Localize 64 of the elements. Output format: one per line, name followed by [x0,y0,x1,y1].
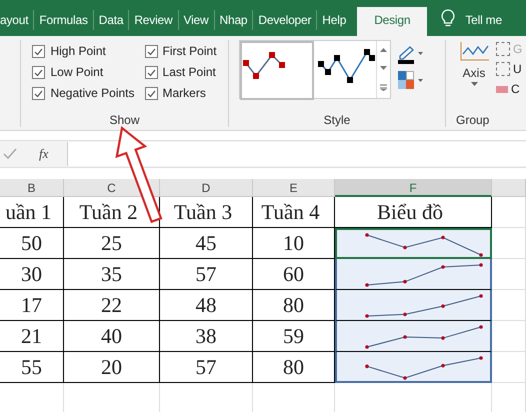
checkbox-label[interactable]: Markers [162,86,206,100]
table-cell: 55 [0,352,64,383]
table-cell: 38 [160,321,253,352]
sparkline-cell[interactable] [335,352,492,383]
more-icon[interactable] [380,84,387,92]
table-cell: 50 [0,228,64,259]
table-cell: 25 [64,228,160,259]
checkbox[interactable] [32,44,46,58]
table-cell: 48 [160,290,253,321]
axis-button[interactable]: Axis [456,40,492,96]
column-header[interactable]: E [253,179,335,197]
sparkline-cell[interactable] [335,321,492,352]
checkbox[interactable] [32,66,46,78]
checkbox-label[interactable]: Low Point [50,65,104,79]
ribbon-tab[interactable]: Help [317,7,352,33]
group-label: Style [324,113,350,127]
ribbon-tab[interactable]: ayout [0,7,34,33]
ribbon-tab[interactable]: Nhap [214,7,252,33]
ribbon-command[interactable]: C [496,82,522,96]
caret-icon [470,82,478,86]
table-cell: 22 [64,290,160,321]
scroll-down-icon[interactable] [380,66,387,71]
column-header[interactable]: F [335,179,492,197]
table-cell: 17 [0,290,64,321]
checkbox-label[interactable]: First Point [162,44,217,58]
table-cell: Tuần 4 [253,197,335,228]
group-label: Group [456,113,490,127]
table-cell: 20 [64,352,160,383]
lightbulb-icon[interactable] [441,9,456,27]
sparkline-cell[interactable] [335,259,492,290]
table-cell: 45 [160,228,253,259]
formula-input[interactable] [67,142,526,166]
group-label: Show [109,113,140,127]
ribbon-tab[interactable]: Data [94,7,128,33]
table-cell: uần 1 [0,197,64,228]
sparkline-color-icon[interactable] [397,44,423,64]
checkbox-label[interactable]: Last Point [162,65,216,79]
tell-me-field[interactable]: Tell me [465,7,502,33]
checkbox[interactable] [144,86,158,100]
checkbox-label[interactable]: Negative Points [50,86,135,100]
table-cell: 21 [0,321,64,352]
table-cell: 35 [64,259,160,290]
column-header[interactable]: D [160,179,253,197]
checkbox[interactable] [144,66,158,78]
sparkline-cell[interactable] [335,290,492,321]
insert-function-button[interactable]: fx [39,146,48,162]
ribbon-tab[interactable]: Formulas [34,7,93,33]
scroll-up-icon[interactable] [380,48,387,53]
column-header[interactable]: B [0,179,64,197]
table-cell: 30 [0,259,64,290]
checkbox[interactable] [32,86,46,100]
marker-color-icon[interactable] [397,70,423,90]
table-cell: 57 [160,352,253,383]
checkbox[interactable] [144,44,158,58]
ribbon-tab[interactable]: View [178,7,214,33]
empty-cell [492,197,526,228]
ribbon-tab[interactable]: Design [357,7,428,36]
table-cell: 40 [64,321,160,352]
sparkline-cell[interactable] [335,228,492,259]
ribbon-tab[interactable]: Review [129,7,178,33]
ribbon-tab[interactable]: Developer [253,7,316,33]
checkbox-label[interactable]: High Point [50,44,106,58]
table-cell: 57 [160,259,253,290]
sparkline-style-thumbnail[interactable] [240,41,314,100]
